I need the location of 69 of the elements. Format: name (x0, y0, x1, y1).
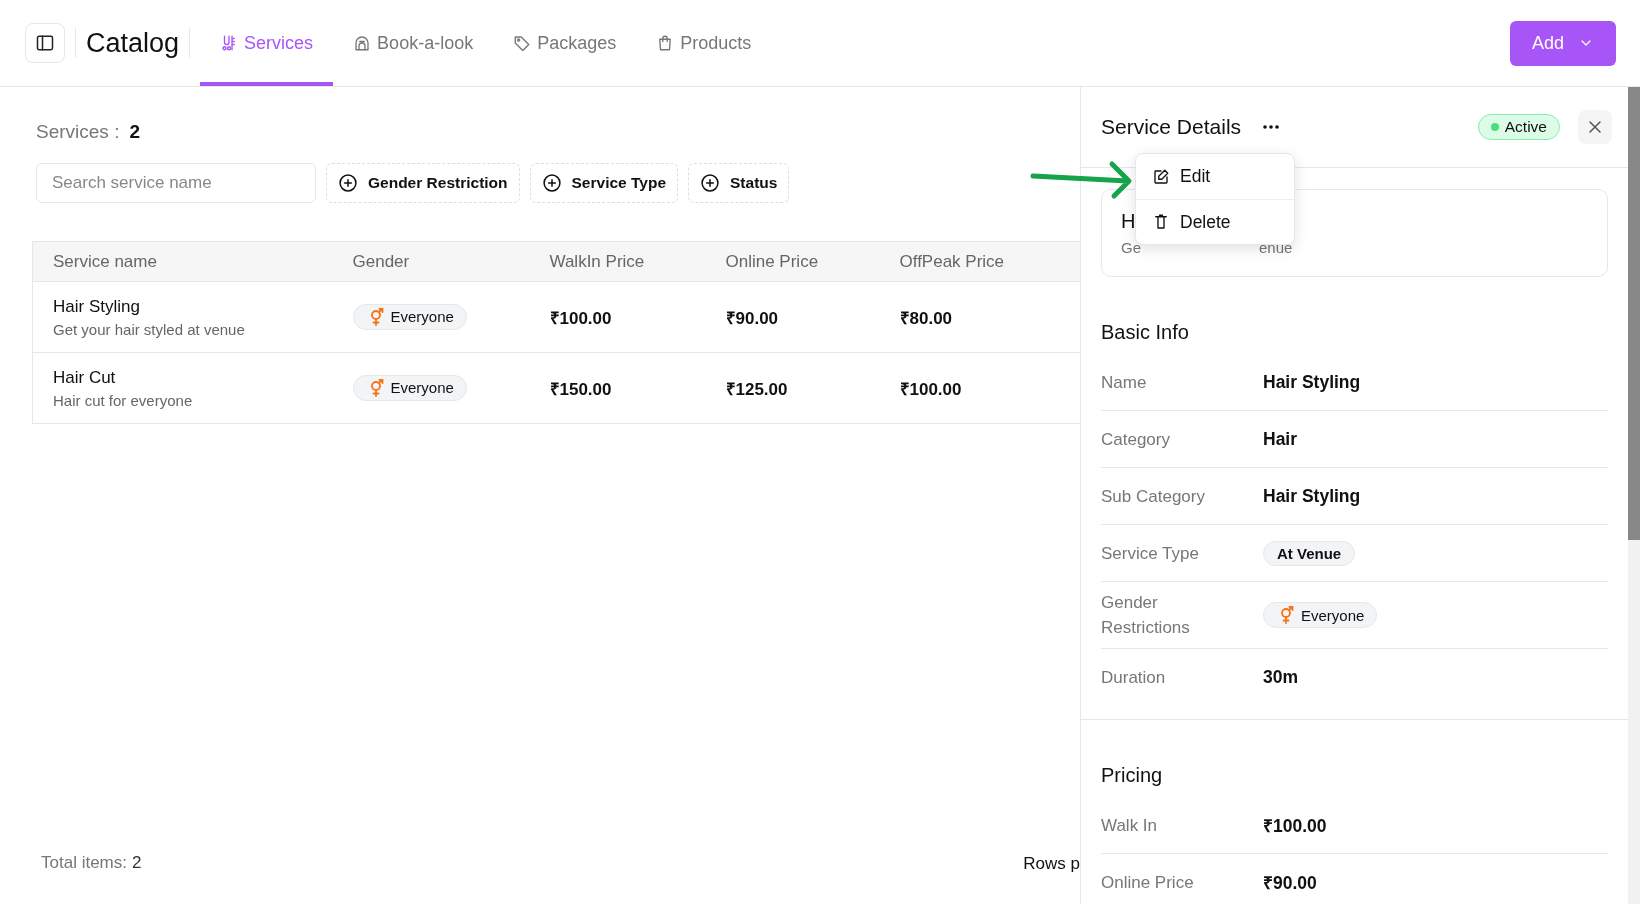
tab[interactable]: Book-a-look (333, 4, 494, 86)
table-cell: ₹100.00 (899, 379, 962, 399)
table-cell: ₹125.00 (725, 379, 788, 399)
field-value: 30m (1263, 666, 1299, 688)
field-label: Name (1101, 371, 1148, 394)
menu-item[interactable]: Edit (1136, 154, 1294, 199)
plus-circle-icon (338, 173, 358, 193)
field-value: ₹100.00 (1263, 815, 1327, 837)
column-header: Service name (32, 241, 333, 282)
column-header: Gender (332, 241, 530, 282)
field-value: Hair (1263, 428, 1298, 450)
table-cell: ₹80.00 (899, 308, 953, 328)
trash-icon (1152, 213, 1170, 231)
column-header: WalkIn Price (529, 241, 706, 282)
total-value: 2 (132, 853, 142, 873)
tag-icon (513, 34, 532, 52)
section-title: Basic Info (1101, 321, 1190, 344)
search-field[interactable]: Search service name (36, 163, 316, 203)
filter-button[interactable]: Status (688, 163, 790, 203)
gender-icon (369, 307, 384, 326)
service-description: Get your hair styled at venue (53, 320, 246, 338)
sidebar-toggle-button[interactable] (25, 23, 65, 63)
service-name: Hair Cut (53, 367, 117, 388)
count-label: Services : (36, 121, 120, 143)
field-value: Hair Styling (1263, 371, 1361, 393)
menu-item[interactable]: Delete (1136, 199, 1294, 244)
section-title: Pricing (1101, 764, 1164, 787)
field-label: Walk In (1101, 814, 1159, 837)
tab[interactable]: Products (636, 4, 772, 86)
table-cell: ₹90.00 (725, 308, 779, 328)
field-value: Hair Styling (1263, 485, 1361, 507)
more-icon (1263, 125, 1280, 129)
status-badge: Active (1477, 114, 1560, 140)
tab[interactable]: Services (200, 4, 334, 86)
total-label: Total items: (41, 853, 127, 873)
card-title: H (1121, 210, 1136, 233)
edit-icon (1152, 167, 1170, 186)
field-value: ₹90.00 (1263, 872, 1317, 894)
panel-title: Service Details (1101, 115, 1242, 139)
close-button[interactable] (1578, 110, 1612, 144)
table-cell: ₹150.00 (549, 379, 612, 399)
column-header: OffPeak Price (879, 241, 1080, 282)
gender-chip: Everyone (352, 303, 467, 330)
tab[interactable]: Packages (493, 4, 637, 86)
field-label: Duration (1101, 666, 1167, 689)
service-type-chip: At Venue (1263, 540, 1356, 566)
field-label: Service Type (1101, 542, 1200, 565)
gender-chip: Everyone (1263, 602, 1378, 628)
column-header: Online Price (705, 241, 880, 282)
filter-button[interactable]: Service Type (529, 163, 679, 203)
scrollbar[interactable] (1628, 87, 1640, 904)
field-label: Sub Category (1101, 485, 1206, 508)
field-label: Gender Restrictions (1101, 592, 1191, 639)
gender-icon (369, 378, 384, 397)
filter-button[interactable]: Gender Restriction (326, 163, 520, 203)
gender-icon (1280, 606, 1294, 624)
table-cell: ₹100.00 (549, 308, 612, 328)
service-description: Hair cut for everyone (53, 391, 194, 409)
plus-circle-icon (541, 173, 562, 193)
rows-per-page-label: Rows p (1023, 854, 1080, 874)
service-name: Hair Styling (53, 296, 141, 317)
sidebar-icon (35, 33, 55, 53)
field-label: Category (1101, 428, 1171, 451)
count-value: 2 (129, 121, 140, 143)
plus-circle-icon (700, 173, 721, 193)
page-title: Catalog (86, 27, 180, 59)
gender-chip: Everyone (352, 374, 467, 401)
add-button[interactable]: Add (1509, 20, 1616, 66)
field-label: Online Price (1101, 871, 1195, 894)
